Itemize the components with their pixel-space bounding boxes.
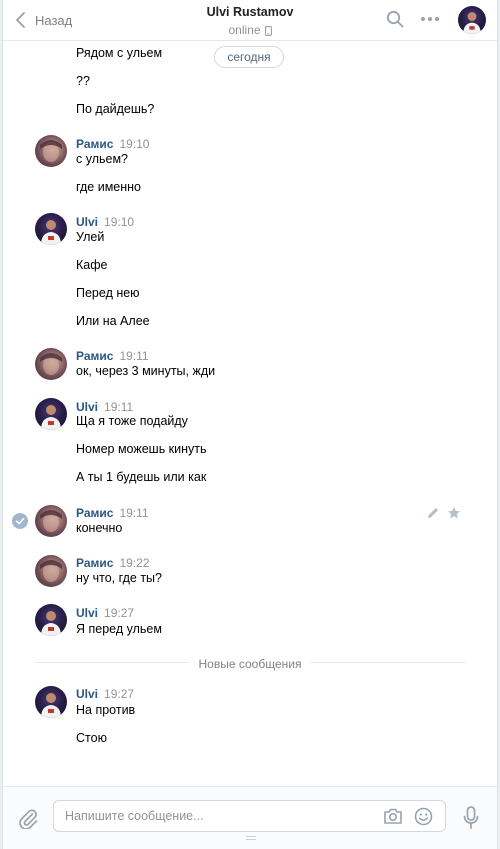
message-author: Рамис 19:11 — [76, 349, 149, 363]
new-messages-label: Новые сообщения — [188, 657, 312, 671]
avatar-ulvi[interactable] — [35, 686, 67, 718]
avatar-ulvi[interactable] — [35, 398, 67, 430]
message-input-box — [53, 800, 446, 832]
message-time[interactable]: 19:11 — [104, 400, 133, 414]
emoji-icon[interactable] — [414, 807, 433, 826]
message-author: Рамис 19:10 — [76, 137, 149, 151]
resize-handle[interactable] — [246, 836, 256, 841]
message-author: Ulvi 19:11 — [76, 400, 133, 414]
selected-check-icon[interactable] — [12, 513, 28, 529]
camera-icon[interactable] — [383, 807, 403, 825]
back-label: Назад — [35, 12, 73, 28]
message-input[interactable] — [65, 801, 365, 831]
date-pill[interactable]: сегодня — [214, 46, 284, 68]
mobile-phone-icon — [264, 25, 272, 36]
paperclip-icon[interactable] — [17, 807, 39, 829]
author-name[interactable]: Ulvi — [76, 606, 98, 620]
message-time[interactable]: 19:11 — [119, 506, 148, 520]
microphone-icon[interactable] — [463, 806, 479, 830]
avatar-ramis[interactable] — [35, 135, 67, 167]
message-time[interactable]: 19:10 — [119, 137, 149, 151]
message-text: Я перед ульем — [76, 622, 162, 636]
online-status: online — [228, 23, 272, 38]
message-time[interactable]: 19:10 — [104, 215, 134, 229]
message-time[interactable]: 19:11 — [119, 349, 148, 363]
message-text: Ща я тоже подайду — [76, 414, 188, 428]
avatar-ulvi[interactable] — [35, 604, 67, 636]
message-text: А ты 1 будешь или как — [76, 470, 207, 484]
chevron-left-icon — [16, 12, 25, 28]
message-text: ок, через 3 минуты, жди — [76, 364, 216, 378]
message-author: Рамис 19:11 — [76, 506, 149, 520]
avatar-ramis[interactable] — [35, 348, 67, 380]
message-text: На против — [76, 703, 136, 717]
message-author: Ulvi 19:27 — [76, 606, 134, 620]
message-author: Рамис 19:22 — [76, 556, 149, 570]
message-text: По дайдешь? — [76, 102, 155, 116]
message-text: Рядом с ульем — [76, 46, 163, 60]
message-text: Стою — [76, 731, 107, 745]
message-text: ну что, где ты? — [76, 571, 162, 585]
message-text: Или на Алее — [76, 314, 150, 328]
message-author: Ulvi 19:10 — [76, 215, 134, 229]
message-text: Кафе — [76, 258, 108, 272]
search-icon[interactable] — [386, 10, 404, 28]
chat-window: Назад Ulvi Rustamov online сегодня Рядом… — [2, 0, 498, 849]
message-text: Перед нею — [76, 286, 140, 300]
back-button[interactable]: Назад — [15, 10, 72, 30]
author-name[interactable]: Ulvi — [76, 215, 98, 229]
message-time[interactable]: 19:27 — [104, 687, 134, 701]
pencil-icon[interactable] — [426, 506, 440, 520]
message-text: ?? — [76, 74, 90, 88]
author-name[interactable]: Рамис — [76, 137, 113, 151]
message-text: Улей — [76, 230, 105, 244]
star-icon[interactable] — [447, 506, 461, 520]
new-messages-label-row: Новые сообщения — [3, 655, 497, 673]
more-icon[interactable] — [419, 11, 441, 27]
message-text: конечно — [76, 521, 123, 535]
message-text: с ульем? — [76, 152, 129, 166]
message-time[interactable]: 19:27 — [104, 606, 134, 620]
author-name[interactable]: Ulvi — [76, 687, 98, 701]
avatar-ramis[interactable] — [35, 505, 67, 537]
chat-header: Назад Ulvi Rustamov online — [3, 0, 497, 41]
author-name[interactable]: Ulvi — [76, 400, 98, 414]
message-text: где именно — [76, 180, 142, 194]
message-time[interactable]: 19:22 — [119, 556, 149, 570]
author-name[interactable]: Рамис — [76, 556, 113, 570]
avatar-ulvi[interactable] — [35, 213, 67, 245]
author-name[interactable]: Рамис — [76, 506, 113, 520]
avatar-ramis[interactable] — [35, 555, 67, 587]
author-name[interactable]: Рамис — [76, 349, 113, 363]
online-status-label: online — [228, 23, 261, 37]
contact-avatar[interactable] — [458, 6, 486, 34]
message-author: Ulvi 19:27 — [76, 687, 134, 701]
message-text: Номер можешь кинуть — [76, 442, 207, 456]
